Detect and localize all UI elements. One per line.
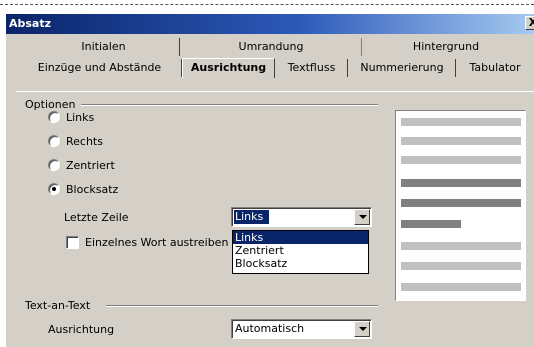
paragraph-dialog: Absatz X Initialen Umrandung Hintergrund… xyxy=(5,13,534,347)
last-line-select[interactable]: Links xyxy=(231,207,372,227)
preview-line-active xyxy=(401,220,461,228)
preview-line xyxy=(401,118,521,126)
single-word-checkbox-row[interactable]: Einzelnes Wort austreiben xyxy=(66,234,228,250)
tab-umrandung[interactable]: Umrandung xyxy=(181,38,362,56)
text-to-text-group-rule xyxy=(106,305,378,307)
radio-circle[interactable] xyxy=(48,159,60,171)
alignment-preview xyxy=(395,110,526,301)
last-line-value: Links xyxy=(234,210,270,224)
preview-line xyxy=(401,242,521,250)
tab-tabulator[interactable]: Tabulator xyxy=(457,59,533,77)
preview-line xyxy=(401,262,521,270)
preview-line xyxy=(401,137,521,145)
tab-einzuege-und-abstaende[interactable]: Einzüge und Abstände xyxy=(18,59,182,77)
radio-circle[interactable] xyxy=(48,135,60,147)
preview-line xyxy=(401,156,521,164)
tab-textfluss[interactable]: Textfluss xyxy=(276,59,348,77)
radio-circle-checked[interactable] xyxy=(48,183,60,195)
chevron-down-icon[interactable] xyxy=(354,321,370,337)
tab-nummerierung[interactable]: Nummerierung xyxy=(349,59,456,77)
radio-blocksatz[interactable]: Blocksatz xyxy=(48,181,118,197)
last-line-label: Letzte Zeile xyxy=(64,211,129,224)
text-alignment-value: Automatisch xyxy=(235,322,305,335)
title-bar: Absatz X xyxy=(6,14,534,34)
radio-zentriert-label: Zentriert xyxy=(66,158,115,172)
options-group-rule xyxy=(81,104,378,106)
dashed-border-line xyxy=(0,4,534,5)
radio-rechts-label: Rechts xyxy=(66,134,103,148)
dropdown-option-links[interactable]: Links xyxy=(233,231,368,244)
text-alignment-label: Ausrichtung xyxy=(48,323,115,336)
dropdown-option-blocksatz[interactable]: Blocksatz xyxy=(233,257,368,270)
text-alignment-select[interactable]: Automatisch xyxy=(231,319,372,339)
tab-panel-border xyxy=(16,91,534,92)
radio-links[interactable]: Links xyxy=(48,109,94,125)
chevron-down-icon[interactable] xyxy=(354,209,370,225)
preview-line-active xyxy=(401,199,521,207)
tab-hintergrund[interactable]: Hintergrund xyxy=(363,38,529,56)
tab-ausrichtung[interactable]: Ausrichtung xyxy=(182,58,275,78)
radio-circle[interactable] xyxy=(48,111,60,123)
radio-blocksatz-label: Blocksatz xyxy=(66,182,119,196)
dropdown-option-zentriert[interactable]: Zentriert xyxy=(233,244,368,257)
tab-initialen[interactable]: Initialen xyxy=(28,38,180,56)
last-line-dropdown-list: Links Zentriert Blocksatz xyxy=(232,230,369,274)
close-button[interactable]: X xyxy=(525,16,534,30)
radio-zentriert[interactable]: Zentriert xyxy=(48,157,115,173)
text-to-text-group-label: Text-an-Text xyxy=(25,299,94,312)
radio-links-label: Links xyxy=(66,110,95,124)
single-word-checkbox[interactable] xyxy=(66,235,79,249)
preview-line-active xyxy=(401,179,521,187)
single-word-label: Einzelnes Wort austreiben xyxy=(85,235,229,249)
close-icon: X xyxy=(528,16,534,29)
radio-rechts[interactable]: Rechts xyxy=(48,133,103,149)
dialog-title: Absatz xyxy=(9,17,52,30)
preview-line xyxy=(401,283,521,291)
